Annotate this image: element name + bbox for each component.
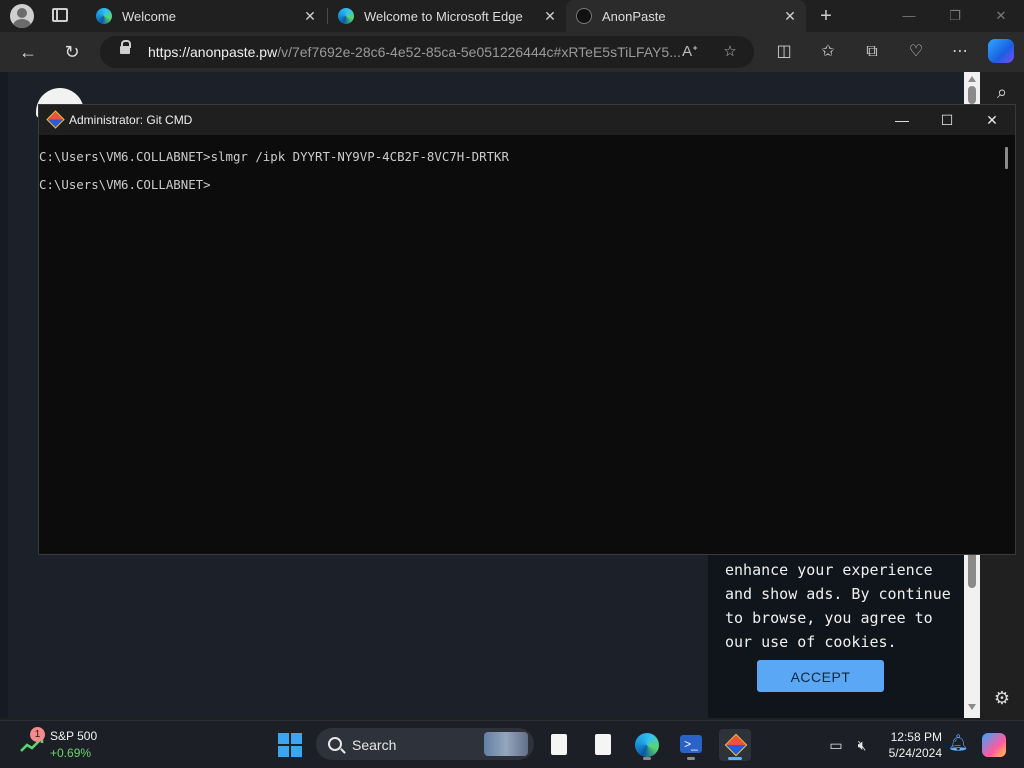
taskbar: 1 S&P 500 +0.69% Search >_ ▭ 🔇︎ 12:58 PM… xyxy=(0,720,1024,768)
minimize-icon[interactable]: — xyxy=(886,0,932,32)
address-bar[interactable]: https://anonpaste.pw/v/7ef7692e-28c6-4e5… xyxy=(100,36,754,68)
close-tab-icon[interactable]: ✕ xyxy=(300,8,320,25)
git-cmd-window[interactable]: Administrator: Git CMD — ☐ ✕ C:\Users\VM… xyxy=(38,104,1016,555)
sidebar-settings-gear-icon[interactable]: ⚙ xyxy=(990,686,1014,710)
edge-icon xyxy=(635,733,659,757)
tab-title: Welcome xyxy=(122,8,176,24)
sidebar-search-icon[interactable]: ⌕ xyxy=(990,80,1014,104)
browser-toolbar: ← ↻ https://anonpaste.pw/v/7ef7692e-28c6… xyxy=(0,32,1024,72)
split-screen-icon[interactable]: ◫ xyxy=(770,38,798,66)
close-window-icon[interactable]: ✕ xyxy=(969,105,1015,135)
clock-date: 5/24/2024 xyxy=(888,746,942,760)
taskbar-file-app-1[interactable] xyxy=(543,729,575,761)
stock-widget[interactable]: 1 S&P 500 +0.69% xyxy=(14,725,104,765)
search-icon xyxy=(328,737,342,751)
window-title: Administrator: Git CMD xyxy=(69,113,193,127)
stock-name: S&P 500 xyxy=(50,729,98,743)
back-arrow-icon[interactable]: ← xyxy=(14,38,42,66)
git-logo-icon xyxy=(46,110,65,129)
scroll-down-icon[interactable] xyxy=(968,704,976,710)
notification-badge: 1 xyxy=(30,727,45,742)
close-tab-icon[interactable]: ✕ xyxy=(540,8,560,25)
url-text[interactable]: https://anonpaste.pw/v/7ef7692e-28c6-4e5… xyxy=(148,44,681,60)
tab-welcome[interactable]: Welcome ✕ xyxy=(86,0,326,32)
taskbar-file-app-2[interactable] xyxy=(587,729,619,761)
minimize-icon[interactable]: — xyxy=(879,105,925,135)
tab-title: Welcome to Microsoft Edge xyxy=(364,8,523,24)
search-label: Search xyxy=(352,737,397,753)
document-icon xyxy=(551,734,567,755)
close-tab-icon[interactable]: ✕ xyxy=(780,8,800,25)
taskbar-git-cmd[interactable] xyxy=(719,729,751,761)
profile-avatar-icon[interactable] xyxy=(10,4,34,28)
copilot-icon[interactable] xyxy=(988,39,1014,63)
search-highlight-image xyxy=(484,732,528,756)
cookie-banner: enhance your experience and show ads. By… xyxy=(708,550,964,718)
document-icon xyxy=(595,734,611,755)
stock-change: +0.69% xyxy=(50,746,92,760)
restore-icon[interactable]: ❐ xyxy=(932,0,978,32)
cookie-message: enhance your experience and show ads. By… xyxy=(725,561,951,651)
network-icon[interactable]: ▭ xyxy=(826,735,846,755)
favorite-star-icon[interactable]: ☆ xyxy=(720,42,740,62)
read-aloud-icon[interactable]: Aᐩ xyxy=(680,42,700,62)
more-menu-icon[interactable]: ⋯ xyxy=(946,38,974,66)
collections-icon[interactable]: ⧉ xyxy=(858,38,886,66)
lock-icon[interactable] xyxy=(120,40,131,54)
close-window-icon[interactable]: ✕ xyxy=(978,0,1024,32)
taskbar-edge[interactable] xyxy=(631,729,663,761)
scroll-up-icon[interactable] xyxy=(968,76,976,82)
git-cmd-titlebar[interactable]: Administrator: Git CMD — ☐ ✕ xyxy=(39,105,1015,135)
browser-tab-strip: Welcome ✕ Welcome to Microsoft Edge ✕ An… xyxy=(0,0,1024,32)
refresh-icon[interactable]: ↻ xyxy=(58,38,86,66)
maximize-icon[interactable]: ☐ xyxy=(924,105,970,135)
favorites-icon[interactable]: ✩ xyxy=(814,38,842,66)
running-indicator xyxy=(643,757,651,760)
copilot-taskbar-icon[interactable] xyxy=(982,733,1006,757)
clock-time: 12:58 PM xyxy=(890,730,942,744)
windows-start-icon[interactable] xyxy=(278,733,302,757)
terminal-line[interactable]: C:\Users\VM6.COLLABNET>slmgr /ipk DYYRT-… xyxy=(39,149,509,164)
edge-icon xyxy=(96,8,112,24)
taskbar-search-box[interactable]: Search xyxy=(316,728,534,760)
tab-welcome-to-edge[interactable]: Welcome to Microsoft Edge ✕ xyxy=(328,0,566,32)
tab-actions-icon[interactable] xyxy=(52,8,68,22)
edge-icon xyxy=(338,8,354,24)
running-indicator xyxy=(687,757,695,760)
taskbar-powershell[interactable]: >_ xyxy=(675,729,707,761)
anonpaste-icon xyxy=(576,8,592,24)
scroll-thumb[interactable] xyxy=(968,86,976,104)
scroll-thumb[interactable] xyxy=(968,552,976,588)
powershell-icon: >_ xyxy=(680,735,702,753)
system-clock[interactable]: 12:58 PM 5/24/2024 xyxy=(889,729,942,761)
notification-bell-icon[interactable]: 🔔︎ xyxy=(948,735,968,753)
browser-essentials-icon[interactable]: ♡ xyxy=(902,38,930,66)
volume-muted-icon[interactable]: 🔇︎ xyxy=(852,735,872,755)
accept-cookies-button[interactable]: ACCEPT xyxy=(757,660,884,692)
active-indicator xyxy=(728,757,742,760)
tab-title: AnonPaste xyxy=(602,8,666,24)
terminal-prompt[interactable]: C:\Users\VM6.COLLABNET> xyxy=(39,177,211,192)
tab-anonpaste[interactable]: AnonPaste ✕ xyxy=(566,0,806,32)
terminal-scroll-thumb[interactable] xyxy=(1005,147,1008,169)
new-tab-icon[interactable]: + xyxy=(814,4,838,28)
git-logo-icon xyxy=(724,733,748,757)
